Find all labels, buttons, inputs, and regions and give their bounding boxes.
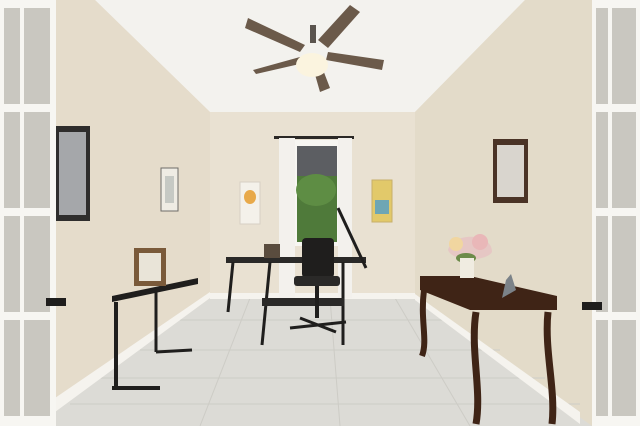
right-door-handle (582, 302, 602, 310)
room-illustration (0, 0, 640, 426)
left-wall-picture-large-inner (59, 132, 86, 215)
abstract-art-accent (375, 200, 389, 214)
desk-top (226, 257, 366, 263)
desk-organizer (264, 244, 280, 258)
flower-vase (460, 258, 474, 278)
curtain-right (338, 138, 352, 298)
left-door-handle (46, 298, 66, 306)
tree-canopy (296, 174, 336, 206)
curtain-left (279, 138, 295, 298)
window-view-roof (297, 146, 337, 176)
flower-art-bloom (244, 190, 256, 204)
left-wall-picture-small-inner (165, 176, 174, 203)
fan-light (296, 53, 328, 77)
right-wall-picture-inner (497, 145, 524, 197)
office-room-photo (0, 0, 640, 426)
